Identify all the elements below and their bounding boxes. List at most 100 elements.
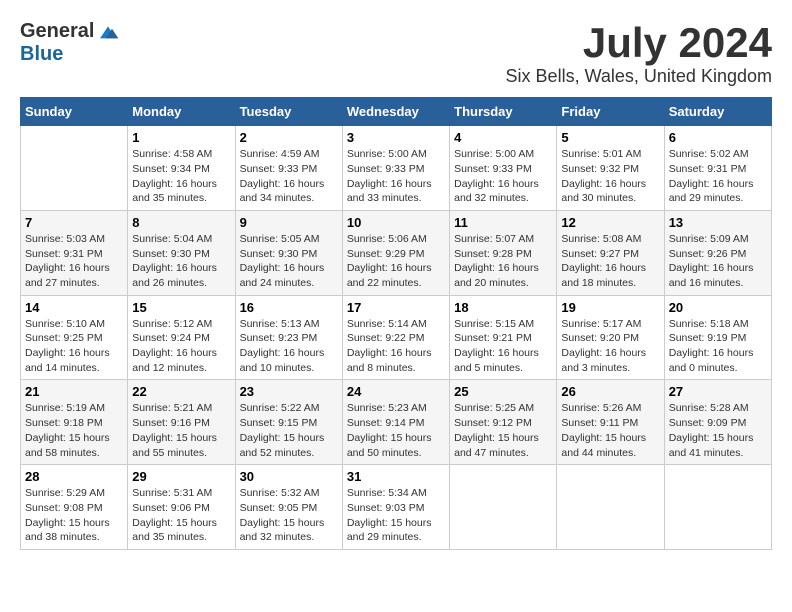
logo-blue-text: Blue [20, 43, 63, 66]
day-number: 25 [454, 384, 552, 399]
calendar-cell [557, 465, 664, 550]
column-header-sunday: Sunday [21, 98, 128, 126]
day-info: Sunrise: 5:03 AM Sunset: 9:31 PM Dayligh… [25, 232, 123, 291]
day-number: 21 [25, 384, 123, 399]
calendar-cell: 21 Sunrise: 5:19 AM Sunset: 9:18 PM Dayli… [21, 380, 128, 465]
day-info: Sunrise: 5:01 AM Sunset: 9:32 PM Dayligh… [561, 147, 659, 206]
day-info: Sunrise: 5:25 AM Sunset: 9:12 PM Dayligh… [454, 401, 552, 460]
day-number: 28 [25, 469, 123, 484]
day-info: Sunrise: 5:34 AM Sunset: 9:03 PM Dayligh… [347, 486, 445, 545]
day-info: Sunrise: 5:18 AM Sunset: 9:19 PM Dayligh… [669, 317, 767, 376]
calendar-cell: 18Sunrise: 5:15 AM Sunset: 9:21 PM Dayli… [450, 295, 557, 380]
day-info: Sunrise: 5:09 AM Sunset: 9:26 PM Dayligh… [669, 232, 767, 291]
day-number: 17 [347, 300, 445, 315]
calendar-cell: 4 Sunrise: 5:00 AM Sunset: 9:33 PM Daylig… [450, 126, 557, 211]
day-number: 6 [669, 130, 767, 145]
calendar-cell: 5 Sunrise: 5:01 AM Sunset: 9:32 PM Daylig… [557, 126, 664, 211]
day-number: 26 [561, 384, 659, 399]
day-info: Sunrise: 5:29 AM Sunset: 9:08 PM Dayligh… [25, 486, 123, 545]
column-header-thursday: Thursday [450, 98, 557, 126]
day-number: 4 [454, 130, 552, 145]
calendar-cell: 22 Sunrise: 5:21 AM Sunset: 9:16 PM Dayli… [128, 380, 235, 465]
day-number: 27 [669, 384, 767, 399]
calendar-cell: 23 Sunrise: 5:22 AM Sunset: 9:15 PM Dayli… [235, 380, 342, 465]
day-number: 23 [240, 384, 338, 399]
calendar-cell: 14Sunrise: 5:10 AM Sunset: 9:25 PM Dayli… [21, 295, 128, 380]
day-number: 3 [347, 130, 445, 145]
day-number: 5 [561, 130, 659, 145]
calendar-cell: 24 Sunrise: 5:23 AM Sunset: 9:14 PM Dayli… [342, 380, 449, 465]
day-info: Sunrise: 5:22 AM Sunset: 9:15 PM Dayligh… [240, 401, 338, 460]
calendar-cell: 15 Sunrise: 5:12 AM Sunset: 9:24 PM Dayli… [128, 295, 235, 380]
day-number: 16 [240, 300, 338, 315]
day-number: 31 [347, 469, 445, 484]
day-info: Sunrise: 5:02 AM Sunset: 9:31 PM Dayligh… [669, 147, 767, 206]
day-info: Sunrise: 5:12 AM Sunset: 9:24 PM Dayligh… [132, 317, 230, 376]
day-info: Sunrise: 5:05 AM Sunset: 9:30 PM Dayligh… [240, 232, 338, 291]
logo-icon [96, 22, 120, 42]
calendar-cell: 28 Sunrise: 5:29 AM Sunset: 9:08 PM Dayli… [21, 465, 128, 550]
day-number: 20 [669, 300, 767, 315]
day-number: 1 [132, 130, 230, 145]
day-info: Sunrise: 5:04 AM Sunset: 9:30 PM Dayligh… [132, 232, 230, 291]
calendar-header-row: SundayMondayTuesdayWednesdayThursdayFrid… [21, 98, 772, 126]
day-number: 15 [132, 300, 230, 315]
location-title: Six Bells, Wales, United Kingdom [506, 66, 772, 87]
day-info: Sunrise: 5:17 AM Sunset: 9:20 PM Dayligh… [561, 317, 659, 376]
calendar-cell: 12Sunrise: 5:08 AM Sunset: 9:27 PM Dayli… [557, 210, 664, 295]
day-info: Sunrise: 5:21 AM Sunset: 9:16 PM Dayligh… [132, 401, 230, 460]
week-row-2: 7 Sunrise: 5:03 AM Sunset: 9:31 PM Daylig… [21, 210, 772, 295]
day-number: 24 [347, 384, 445, 399]
calendar-cell: 27 Sunrise: 5:28 AM Sunset: 9:09 PM Dayli… [664, 380, 771, 465]
column-header-saturday: Saturday [664, 98, 771, 126]
calendar-cell [450, 465, 557, 550]
calendar-cell: 16 Sunrise: 5:13 AM Sunset: 9:23 PM Dayli… [235, 295, 342, 380]
day-info: Sunrise: 5:00 AM Sunset: 9:33 PM Dayligh… [454, 147, 552, 206]
day-number: 9 [240, 215, 338, 230]
calendar-cell: 19 Sunrise: 5:17 AM Sunset: 9:20 PM Dayli… [557, 295, 664, 380]
column-header-wednesday: Wednesday [342, 98, 449, 126]
day-info: Sunrise: 5:06 AM Sunset: 9:29 PM Dayligh… [347, 232, 445, 291]
calendar-cell: 31 Sunrise: 5:34 AM Sunset: 9:03 PM Dayli… [342, 465, 449, 550]
calendar-cell: 30Sunrise: 5:32 AM Sunset: 9:05 PM Dayli… [235, 465, 342, 550]
day-info: Sunrise: 5:23 AM Sunset: 9:14 PM Dayligh… [347, 401, 445, 460]
day-info: Sunrise: 5:19 AM Sunset: 9:18 PM Dayligh… [25, 401, 123, 460]
day-info: Sunrise: 5:15 AM Sunset: 9:21 PM Dayligh… [454, 317, 552, 376]
calendar-cell: 10 Sunrise: 5:06 AM Sunset: 9:29 PM Dayli… [342, 210, 449, 295]
day-info: Sunrise: 4:58 AM Sunset: 9:34 PM Dayligh… [132, 147, 230, 206]
day-number: 10 [347, 215, 445, 230]
day-info: Sunrise: 5:31 AM Sunset: 9:06 PM Dayligh… [132, 486, 230, 545]
day-number: 11 [454, 215, 552, 230]
day-info: Sunrise: 5:28 AM Sunset: 9:09 PM Dayligh… [669, 401, 767, 460]
week-row-4: 21 Sunrise: 5:19 AM Sunset: 9:18 PM Dayli… [21, 380, 772, 465]
calendar-cell: 20 Sunrise: 5:18 AM Sunset: 9:19 PM Dayli… [664, 295, 771, 380]
month-title: July 2024 [506, 20, 772, 66]
day-number: 2 [240, 130, 338, 145]
calendar-cell: 1 Sunrise: 4:58 AM Sunset: 9:34 PM Daylig… [128, 126, 235, 211]
day-info: Sunrise: 5:08 AM Sunset: 9:27 PM Dayligh… [561, 232, 659, 291]
calendar-cell: 9 Sunrise: 5:05 AM Sunset: 9:30 PM Daylig… [235, 210, 342, 295]
calendar-cell: 26 Sunrise: 5:26 AM Sunset: 9:11 PM Dayli… [557, 380, 664, 465]
calendar-cell: 13 Sunrise: 5:09 AM Sunset: 9:26 PM Dayli… [664, 210, 771, 295]
day-info: Sunrise: 5:00 AM Sunset: 9:33 PM Dayligh… [347, 147, 445, 206]
day-number: 8 [132, 215, 230, 230]
column-header-friday: Friday [557, 98, 664, 126]
title-section: July 2024 Six Bells, Wales, United Kingd… [506, 20, 772, 87]
header: General Blue July 2024 Six Bells, Wales,… [20, 20, 772, 87]
calendar-cell: 7 Sunrise: 5:03 AM Sunset: 9:31 PM Daylig… [21, 210, 128, 295]
calendar-cell: 25 Sunrise: 5:25 AM Sunset: 9:12 PM Dayli… [450, 380, 557, 465]
day-number: 13 [669, 215, 767, 230]
column-header-tuesday: Tuesday [235, 98, 342, 126]
calendar-cell [664, 465, 771, 550]
day-number: 29 [132, 469, 230, 484]
day-info: Sunrise: 5:07 AM Sunset: 9:28 PM Dayligh… [454, 232, 552, 291]
day-info: Sunrise: 4:59 AM Sunset: 9:33 PM Dayligh… [240, 147, 338, 206]
day-number: 30 [240, 469, 338, 484]
column-header-monday: Monday [128, 98, 235, 126]
day-info: Sunrise: 5:13 AM Sunset: 9:23 PM Dayligh… [240, 317, 338, 376]
day-number: 19 [561, 300, 659, 315]
day-number: 22 [132, 384, 230, 399]
day-number: 7 [25, 215, 123, 230]
day-info: Sunrise: 5:26 AM Sunset: 9:11 PM Dayligh… [561, 401, 659, 460]
calendar-cell: 29 Sunrise: 5:31 AM Sunset: 9:06 PM Dayli… [128, 465, 235, 550]
